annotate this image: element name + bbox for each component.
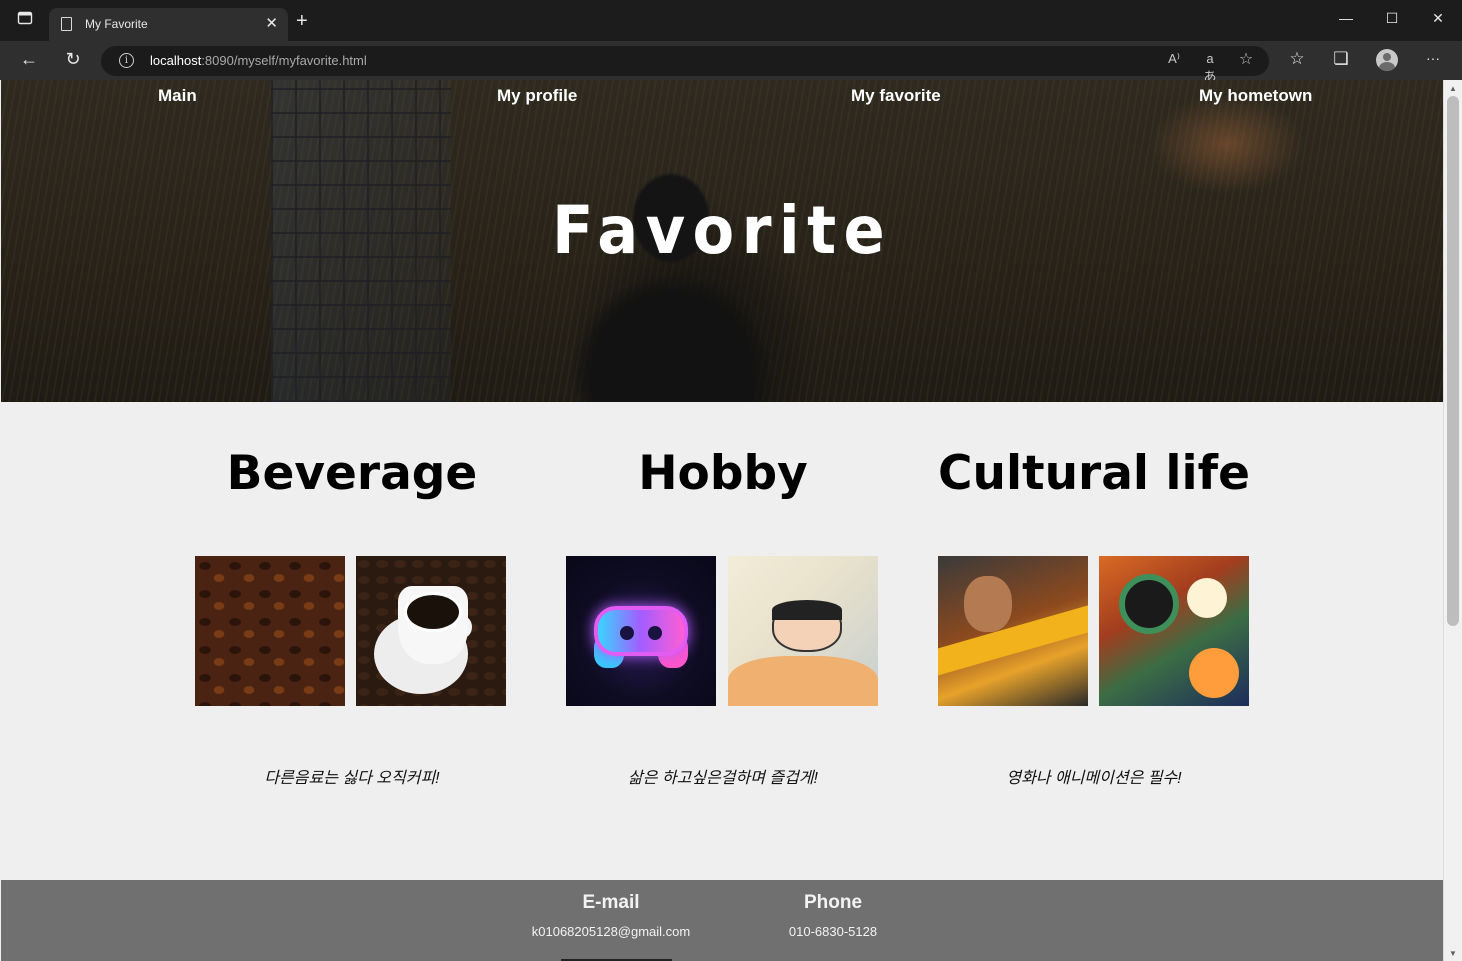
more-icon[interactable]: ··· (1421, 50, 1445, 66)
tab-bar: My Favorite ✕ + — ☐ ✕ (0, 0, 1462, 41)
cartoon-boy-sleeping-image (728, 556, 878, 706)
window-close-icon[interactable]: ✕ (1428, 10, 1448, 27)
hero-banner: Main My profile My favorite My hometown … (1, 80, 1443, 402)
read-aloud-icon[interactable]: A⁾ (1164, 51, 1184, 67)
tab-actions-icon[interactable] (14, 10, 36, 32)
nav-my-profile[interactable]: My profile (497, 86, 577, 106)
section-title-hobby: Hobby (638, 446, 808, 501)
footer-email-label: E-mail (582, 892, 640, 913)
page-viewport: Main My profile My favorite My hometown … (0, 80, 1462, 961)
footer-phone-label: Phone (803, 892, 863, 913)
section-caption-cultural-life: 영화나 애니메이션은 필수! (1006, 770, 1182, 787)
coffee-cup-image (356, 556, 506, 706)
top-nav: Main My profile My favorite My hometown (1, 86, 1443, 110)
footer-phone: 010-6830-5128 (788, 924, 878, 939)
scrollbar-thumb[interactable] (1447, 96, 1459, 626)
minimize-icon[interactable]: — (1336, 10, 1356, 26)
url-host: localhost (150, 53, 202, 68)
add-favorite-icon[interactable]: ☆ (1236, 49, 1256, 69)
favorites-icon[interactable]: ☆ (1285, 49, 1309, 69)
profile-icon[interactable] (1376, 49, 1398, 71)
url-text: localhost:8090/myself/myfavorite.html (150, 53, 367, 68)
collections-icon[interactable]: ❏ (1329, 49, 1353, 69)
coffee-beans-image (195, 556, 345, 706)
nav-main[interactable]: Main (158, 86, 197, 106)
gamepad-image (566, 556, 716, 706)
new-tab-icon[interactable]: + (296, 11, 308, 31)
movie-poster-image (938, 556, 1088, 706)
footer: E-mail k01068205128@gmail.com Phone 010-… (1, 880, 1443, 961)
close-tab-icon[interactable]: ✕ (265, 14, 278, 32)
page-title: Favorite (551, 192, 893, 269)
browser-tab[interactable]: My Favorite ✕ (49, 8, 288, 41)
section-title-cultural-life: Cultural life (938, 446, 1250, 501)
nav-my-favorite[interactable]: My favorite (851, 86, 941, 106)
anime-collage-image (1099, 556, 1249, 706)
maximize-icon[interactable]: ☐ (1382, 10, 1402, 27)
url-input[interactable]: i localhost:8090/myself/myfavorite.html … (101, 46, 1269, 84)
address-bar: ← ↻ i localhost:8090/myself/myfavorite.h… (0, 41, 1462, 84)
nav-my-hometown[interactable]: My hometown (1199, 86, 1312, 106)
footer-email: k01068205128@gmail.com (531, 924, 691, 939)
section-caption-beverage: 다른음료는 싫다 오직커피! (264, 770, 440, 787)
reload-icon[interactable]: ↻ (61, 49, 85, 70)
section-caption-hobby: 삶은 하고싶은걸하며 즐겁게! (628, 770, 818, 787)
back-icon[interactable]: ← (17, 49, 41, 70)
document-icon (61, 17, 72, 31)
section-title-beverage: Beverage (226, 446, 478, 501)
url-path: :8090/myself/myfavorite.html (201, 53, 367, 68)
scroll-up-icon[interactable]: ▲ (1449, 84, 1457, 93)
scroll-down-icon[interactable]: ▼ (1449, 949, 1457, 958)
vertical-scrollbar[interactable]: ▲ ▼ (1443, 80, 1462, 961)
tab-title: My Favorite (85, 17, 148, 31)
info-icon[interactable]: i (119, 53, 134, 68)
